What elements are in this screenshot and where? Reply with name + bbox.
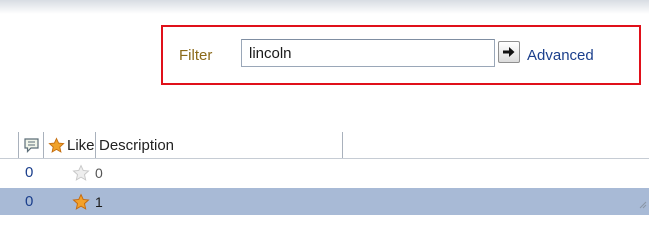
header-like[interactable]: Like — [44, 132, 96, 158]
comment-icon — [23, 137, 39, 153]
like-count: 1 — [95, 193, 103, 210]
header-description[interactable]: Description — [96, 132, 343, 158]
filter-highlight-box: Filter Advanced — [161, 25, 641, 85]
star-icon — [72, 163, 90, 181]
header-comments[interactable] — [18, 132, 44, 158]
comment-count: 0 — [25, 193, 34, 210]
filter-go-button[interactable] — [498, 41, 520, 63]
table-row[interactable]: 0 1 — [0, 188, 649, 215]
filter-label: Filter — [179, 47, 213, 64]
star-icon — [72, 192, 90, 210]
like-count: 0 — [95, 164, 103, 181]
like-cell[interactable]: 0 — [72, 163, 103, 182]
arrow-right-icon — [503, 47, 515, 57]
header-description-label: Description — [99, 136, 175, 154]
like-cell[interactable]: 1 — [72, 192, 103, 211]
resize-grip-icon[interactable] — [637, 199, 647, 209]
advanced-link[interactable]: Advanced — [527, 47, 594, 64]
table-row[interactable]: 0 0 — [0, 159, 649, 186]
header-like-label: Like — [67, 136, 95, 154]
comment-count: 0 — [25, 164, 34, 181]
grid-header: Like Description — [0, 132, 649, 159]
top-toolbar-edge — [0, 0, 649, 14]
star-icon — [48, 136, 65, 153]
filter-input[interactable] — [241, 39, 495, 67]
